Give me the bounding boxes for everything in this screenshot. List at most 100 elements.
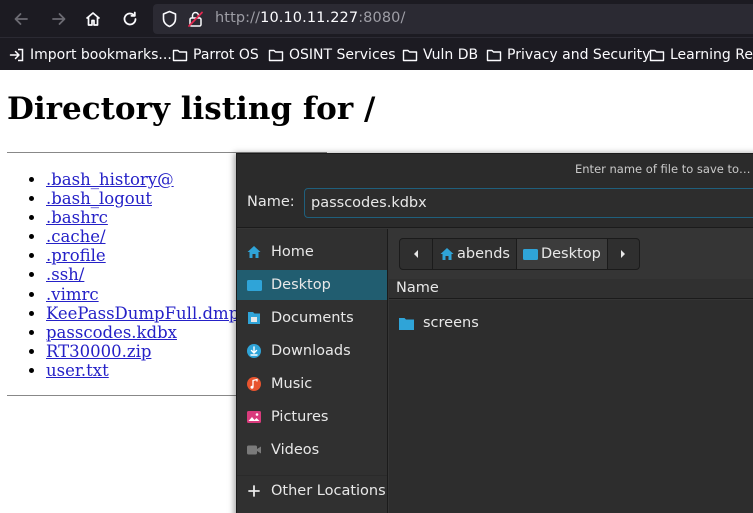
name-column-header[interactable]: Name bbox=[389, 279, 753, 299]
bookmark-folder-vuln-db[interactable]: Vuln DB bbox=[402, 45, 478, 65]
list-item: .cache/ bbox=[46, 227, 239, 246]
arrow-right-icon bbox=[52, 13, 66, 25]
file-link[interactable]: passcodes.kdbx bbox=[46, 323, 177, 342]
desktop-icon bbox=[522, 248, 538, 260]
name-label: Name: bbox=[247, 194, 295, 210]
file-row-screens[interactable]: screens bbox=[389, 310, 753, 336]
home-icon bbox=[85, 12, 101, 26]
path-bar: abends Desktop bbox=[399, 238, 640, 270]
bookmark-label: Import bookmarks... bbox=[30, 47, 172, 63]
file-link[interactable]: user.txt bbox=[46, 361, 109, 380]
folder-icon bbox=[399, 317, 414, 330]
url-port-path: :8080/ bbox=[358, 10, 406, 26]
documents-icon bbox=[248, 312, 260, 324]
reload-icon bbox=[123, 11, 137, 26]
list-item: user.txt bbox=[46, 361, 239, 380]
bookmark-import[interactable]: Import bookmarks... bbox=[9, 45, 172, 65]
home-icon bbox=[247, 246, 261, 258]
bookmark-folder-parrot-os[interactable]: Parrot OS bbox=[172, 45, 259, 65]
arrow-left-icon bbox=[14, 13, 28, 25]
forward-button[interactable] bbox=[46, 6, 72, 32]
file-link[interactable]: .vimrc bbox=[46, 285, 99, 304]
path-segment-desktop[interactable]: Desktop bbox=[516, 239, 608, 269]
path-segment-home[interactable]: abends bbox=[433, 239, 517, 269]
sidebar-item-desktop[interactable]: Desktop bbox=[237, 270, 387, 300]
url-host: 10.10.11.227 bbox=[260, 10, 359, 26]
file-list: screens bbox=[389, 300, 753, 513]
bookmark-folder-privacy-security[interactable]: Privacy and Security bbox=[486, 45, 650, 65]
folder-icon bbox=[486, 49, 502, 62]
file-link[interactable]: .profile bbox=[46, 246, 106, 265]
dialog-title: Enter name of file to save to… bbox=[575, 162, 751, 176]
chevron-right-icon bbox=[621, 250, 626, 258]
sidebar-item-label: Videos bbox=[271, 442, 320, 458]
file-link[interactable]: RT30000.zip bbox=[46, 342, 151, 361]
list-item: .vimrc bbox=[46, 285, 239, 304]
back-button[interactable] bbox=[8, 6, 34, 32]
list-item: .profile bbox=[46, 246, 239, 265]
reload-button[interactable] bbox=[117, 6, 143, 32]
music-icon bbox=[247, 377, 261, 391]
folder-icon bbox=[268, 49, 284, 62]
sidebar-item-home[interactable]: Home bbox=[237, 237, 387, 267]
videos-icon bbox=[247, 445, 261, 455]
url-scheme: http:// bbox=[215, 10, 261, 26]
sidebar-item-other-locations[interactable]: Other Locations bbox=[237, 476, 387, 506]
desktop-icon bbox=[246, 279, 262, 291]
directory-listing: .bash_history@ .bash_logout .bashrc .cac… bbox=[29, 170, 239, 380]
sidebar-item-pictures[interactable]: Pictures bbox=[237, 402, 387, 432]
bookmark-label: OSINT Services bbox=[289, 47, 396, 63]
home-button[interactable] bbox=[80, 6, 106, 32]
sidebar-item-label: Documents bbox=[271, 310, 354, 326]
file-link[interactable]: .cache/ bbox=[46, 227, 106, 246]
file-link[interactable]: .bash_logout bbox=[46, 189, 152, 208]
bookmark-label: Parrot OS bbox=[193, 47, 259, 63]
bookmark-folder-learning-resources[interactable]: Learning Res bbox=[649, 45, 753, 65]
filename-input[interactable] bbox=[304, 188, 753, 218]
sidebar-item-label: Other Locations bbox=[271, 483, 386, 499]
sidebar-item-label: Pictures bbox=[271, 409, 329, 425]
import-icon bbox=[9, 48, 24, 62]
plus-icon bbox=[248, 485, 260, 497]
list-item: KeePassDumpFull.dmp bbox=[46, 304, 239, 323]
path-segment-label: abends bbox=[457, 246, 510, 262]
list-item: .bash_history@ bbox=[46, 170, 239, 189]
downloads-icon bbox=[247, 344, 261, 358]
sidebar-item-label: Home bbox=[271, 244, 314, 260]
bookmarks-bar: Import bookmarks... Parrot OS OSINT Serv… bbox=[0, 37, 753, 70]
sidebar-item-downloads[interactable]: Downloads bbox=[237, 336, 387, 366]
list-item: .bashrc bbox=[46, 208, 239, 227]
list-item: passcodes.kdbx bbox=[46, 323, 239, 342]
sidebar-item-documents[interactable]: Documents bbox=[237, 303, 387, 333]
sidebar-item-label: Desktop bbox=[271, 277, 331, 293]
folder-icon bbox=[649, 49, 665, 62]
file-link[interactable]: .bash_history@ bbox=[46, 170, 174, 189]
pictures-icon bbox=[247, 411, 261, 423]
list-item: RT30000.zip bbox=[46, 342, 239, 361]
path-forward-button[interactable] bbox=[608, 239, 639, 269]
file-name: screens bbox=[423, 315, 479, 331]
browser-toolbar: http://10.10.11.227:8080/ bbox=[0, 0, 753, 37]
chevron-left-icon bbox=[414, 250, 418, 258]
list-item: .ssh/ bbox=[46, 265, 239, 284]
tracking-shield-icon[interactable] bbox=[161, 10, 178, 28]
bookmark-folder-osint-services[interactable]: OSINT Services bbox=[268, 45, 396, 65]
path-back-button[interactable] bbox=[400, 239, 433, 269]
page-title: Directory listing for / bbox=[7, 91, 376, 127]
places-sidebar: Home Desktop Documents Downloads Music P… bbox=[237, 229, 388, 513]
folder-icon bbox=[172, 49, 188, 62]
insecure-lock-icon[interactable] bbox=[187, 10, 204, 28]
list-item: .bash_logout bbox=[46, 189, 239, 208]
url-bar[interactable]: http://10.10.11.227:8080/ bbox=[153, 4, 753, 34]
dialog-header: Enter name of file to save to… Name: bbox=[237, 154, 753, 228]
sidebar-item-music[interactable]: Music bbox=[237, 369, 387, 399]
sidebar-item-label: Downloads bbox=[271, 343, 351, 359]
url-text[interactable]: http://10.10.11.227:8080/ bbox=[215, 10, 405, 26]
home-icon bbox=[440, 248, 454, 260]
file-link[interactable]: KeePassDumpFull.dmp bbox=[46, 304, 239, 323]
file-link[interactable]: .bashrc bbox=[46, 208, 108, 227]
sidebar-item-videos[interactable]: Videos bbox=[237, 435, 387, 465]
folder-icon bbox=[402, 49, 418, 62]
file-link[interactable]: .ssh/ bbox=[46, 265, 84, 284]
save-file-dialog: Enter name of file to save to… Name: Hom… bbox=[236, 153, 753, 513]
